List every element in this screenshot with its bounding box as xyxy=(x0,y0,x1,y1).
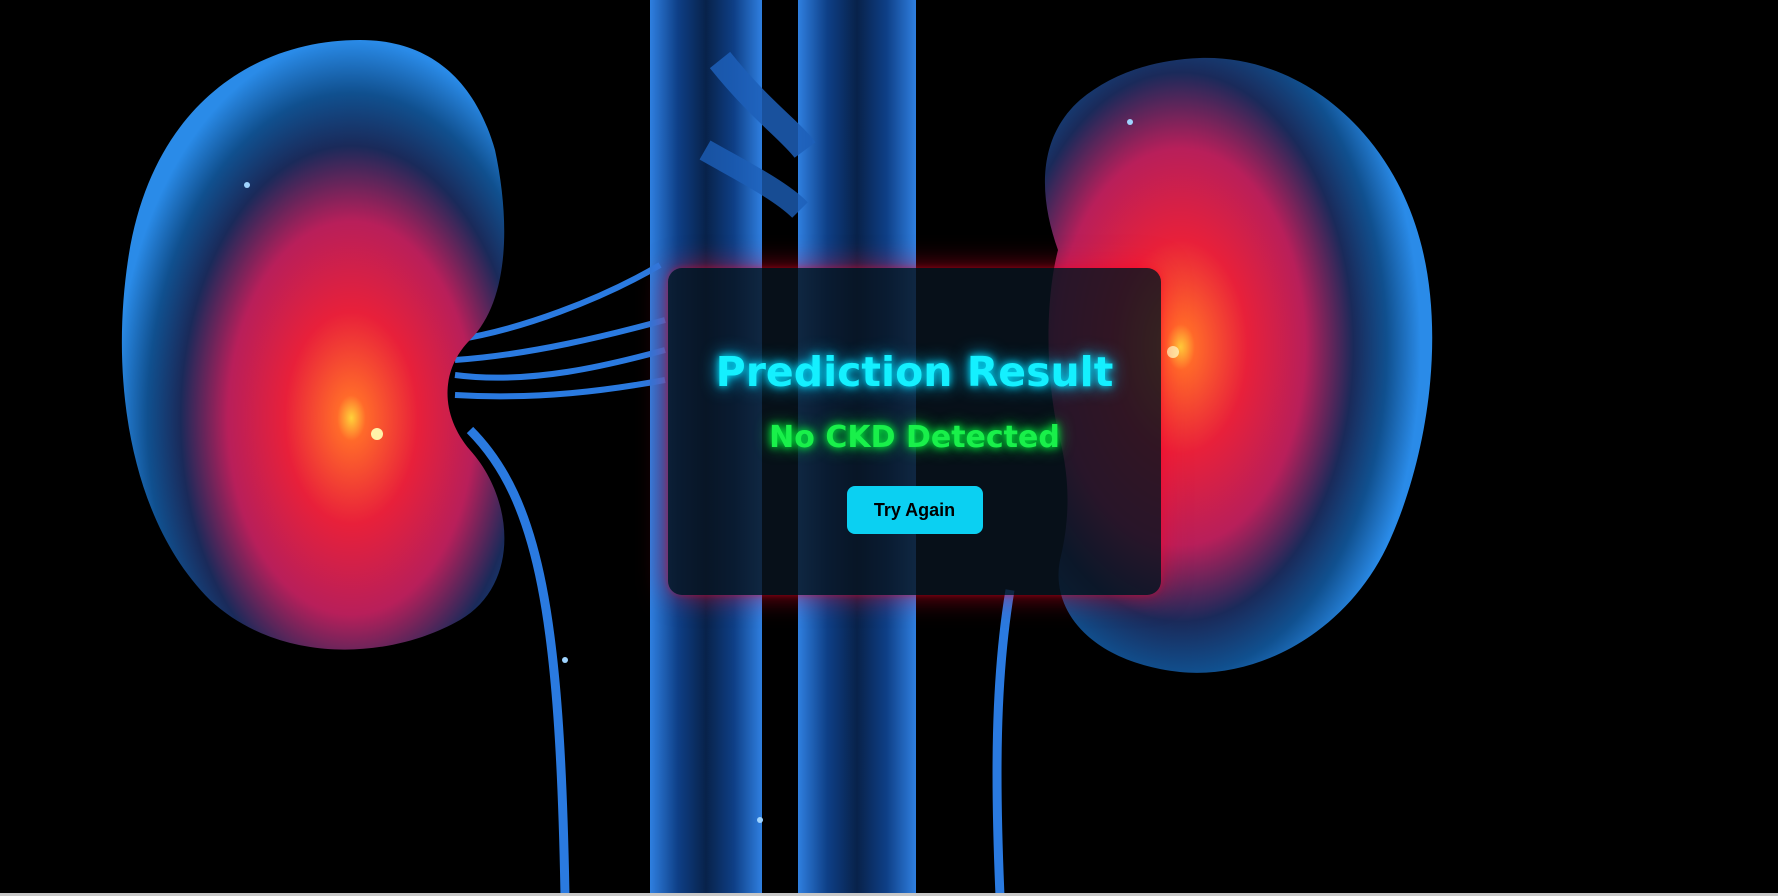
prediction-status-text: No CKD Detected xyxy=(769,420,1060,455)
prediction-result-title: Prediction Result xyxy=(715,348,1114,396)
try-again-button[interactable]: Try Again xyxy=(846,486,983,534)
result-page: Prediction Result No CKD Detected Try Ag… xyxy=(0,0,1778,896)
prediction-result-card: Prediction Result No CKD Detected Try Ag… xyxy=(668,268,1161,595)
